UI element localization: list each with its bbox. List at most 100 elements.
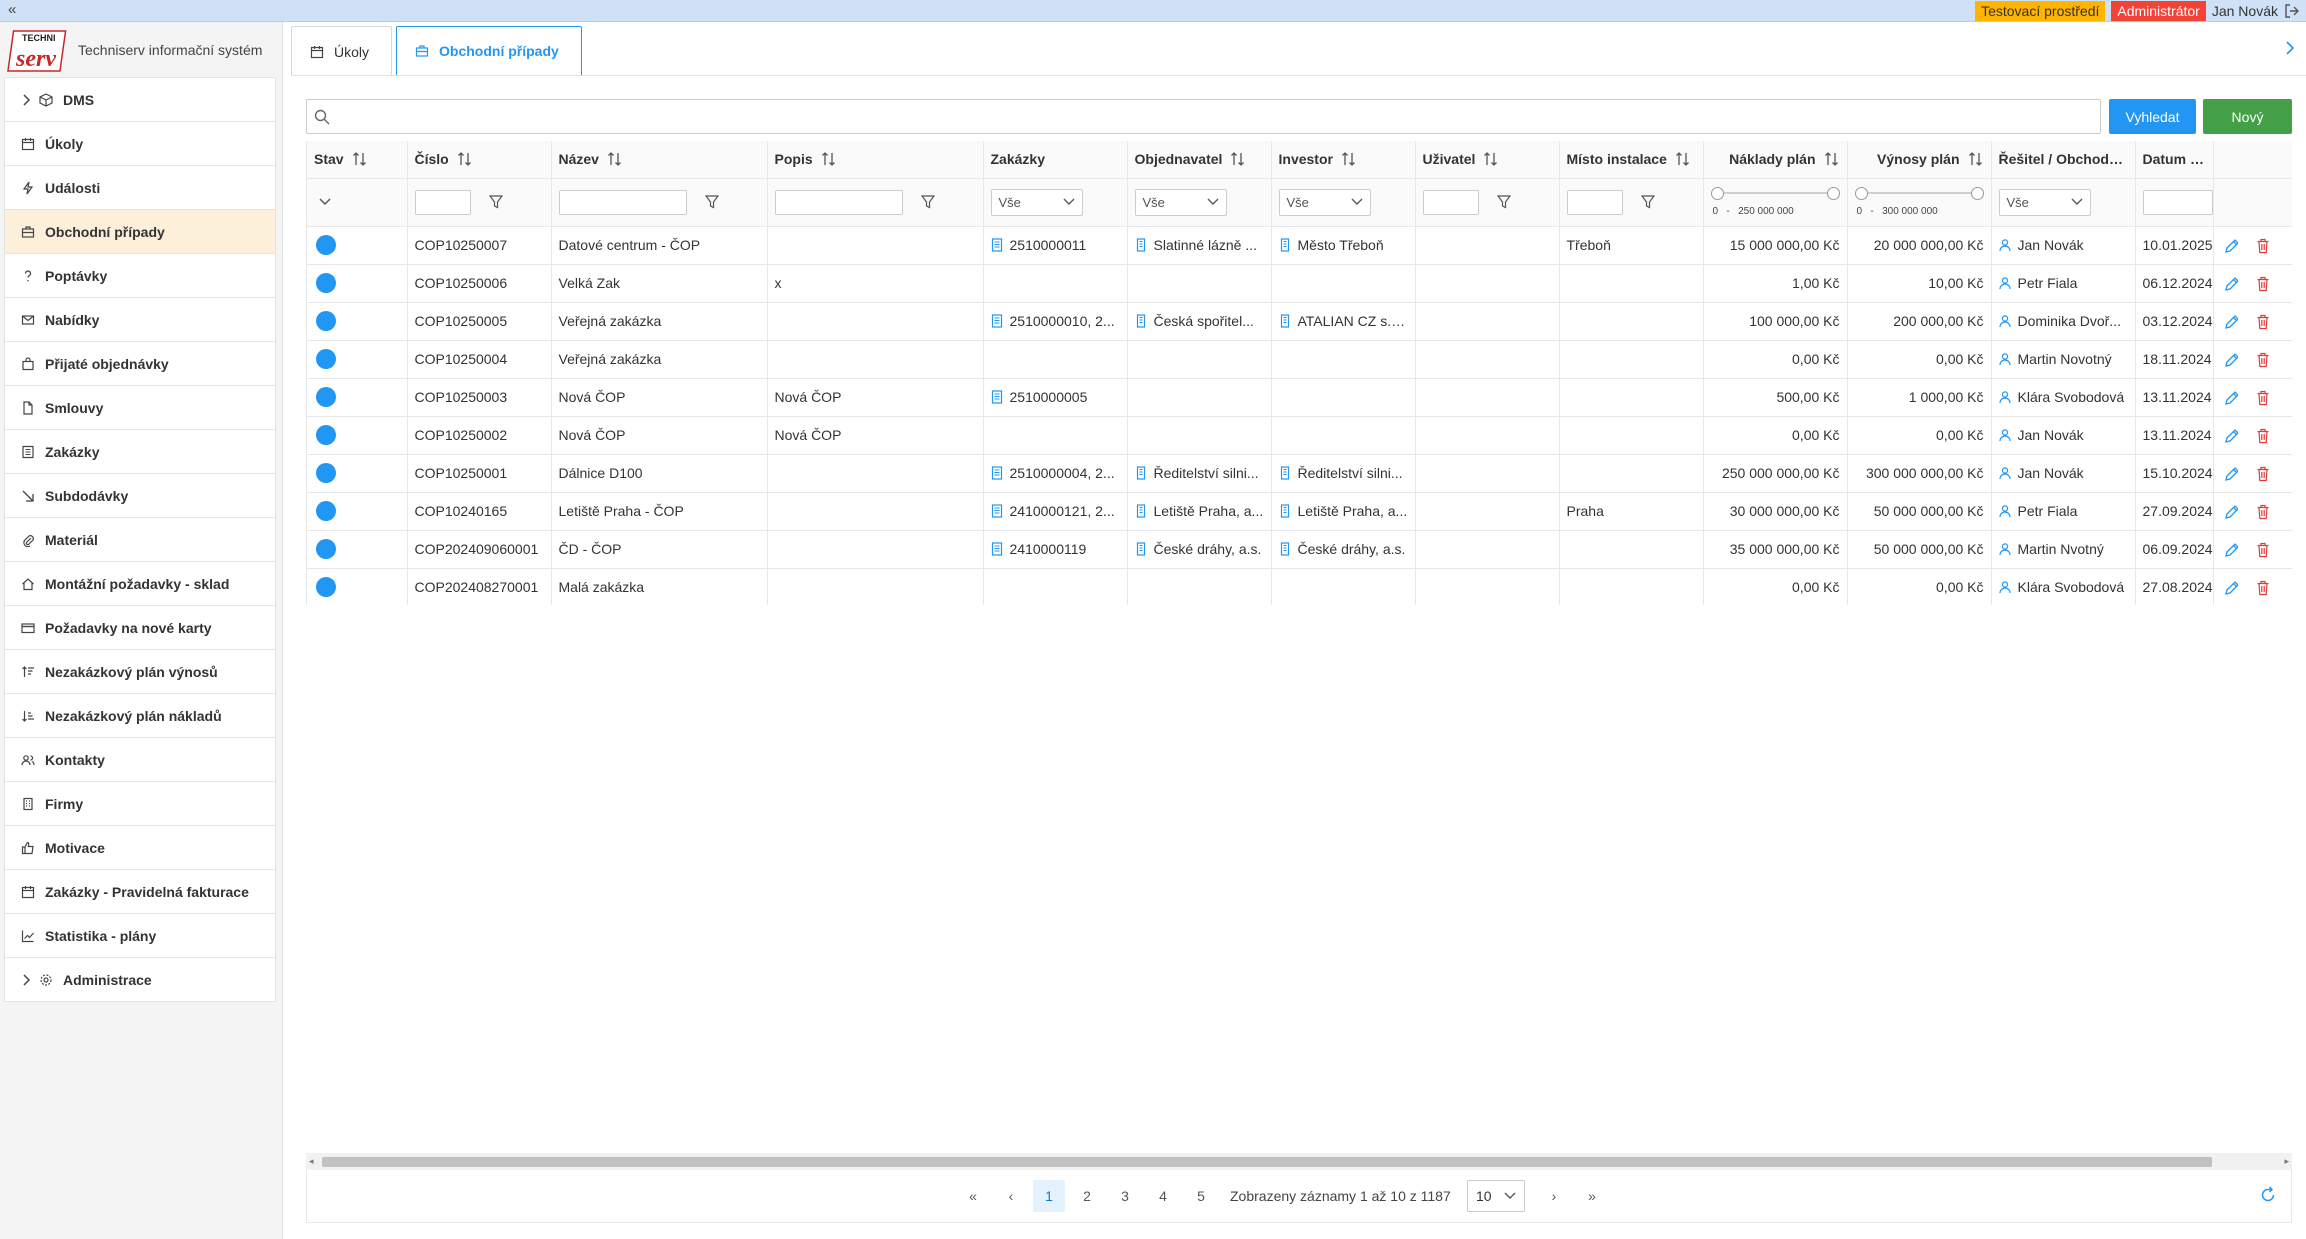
filter-icon[interactable] — [704, 195, 719, 209]
column-header-0[interactable]: Stav — [307, 141, 408, 179]
edit-icon[interactable] — [2224, 580, 2238, 596]
delete-icon[interactable] — [2256, 580, 2270, 596]
filter-popis-input[interactable] — [774, 189, 903, 215]
filter-icon[interactable] — [920, 195, 935, 209]
column-header-2[interactable]: Název — [551, 141, 768, 179]
sidebar-item-3[interactable]: Obchodní případy — [4, 210, 276, 254]
column-header-8[interactable]: Místo instalace — [1559, 141, 1704, 179]
column-header-10[interactable]: Výnosy plán — [1847, 141, 1992, 179]
filter-stav[interactable] — [307, 178, 408, 227]
page-button[interactable]: 3 — [1109, 1180, 1141, 1212]
table-row[interactable]: COP202408270001 Malá zakázka 0,00 Kč 0,00 K… — [307, 568, 2292, 605]
sidebar-item-18[interactable]: Zakázky - Pravidelná fakturace — [4, 870, 276, 914]
column-header-9[interactable]: Náklady plán — [1703, 141, 1848, 179]
edit-icon[interactable] — [2224, 542, 2238, 558]
vynosy-range-slider[interactable]: 0 - 300 000 000 — [1854, 184, 1984, 220]
filter-investor-select[interactable]: Vše — [1278, 188, 1371, 216]
delete-icon[interactable] — [2256, 314, 2270, 330]
filter-resitel-select[interactable]: Vše — [1998, 188, 2091, 216]
naklady-range-slider[interactable]: 0 - 250 000 000 — [1710, 184, 1840, 220]
range-max-handle[interactable] — [1970, 187, 1984, 200]
search-button[interactable]: Vyhledat — [2109, 99, 2196, 134]
sort-icon[interactable] — [352, 152, 368, 167]
user-name[interactable]: Jan Novák — [2212, 3, 2278, 19]
sidebar-item-17[interactable]: Motivace — [4, 826, 276, 870]
filter-zakazky-select[interactable]: Vše — [990, 188, 1083, 216]
edit-icon[interactable] — [2224, 276, 2238, 292]
delete-icon[interactable] — [2256, 428, 2270, 444]
refresh-icon[interactable] — [2259, 1186, 2277, 1204]
sort-icon[interactable] — [1968, 152, 1984, 167]
edit-icon[interactable] — [2224, 504, 2238, 520]
delete-icon[interactable] — [2256, 352, 2270, 368]
delete-icon[interactable] — [2256, 276, 2270, 292]
sidebar-item-2[interactable]: Události — [4, 166, 276, 210]
delete-icon[interactable] — [2256, 238, 2270, 254]
page-button[interactable]: 5 — [1185, 1180, 1217, 1212]
tab-0[interactable]: Úkoly — [291, 26, 393, 76]
edit-icon[interactable] — [2224, 314, 2238, 330]
table-row[interactable]: COP10250004 Veřejná zakázka 0,00 Kč 0,00 Kč… — [307, 340, 2292, 379]
sidebar-item-14[interactable]: Nezakázkový plán nákladů — [4, 694, 276, 738]
sidebar-item-12[interactable]: Požadavky na nové karty — [4, 606, 276, 650]
column-header-6[interactable]: Investor — [1271, 141, 1416, 179]
delete-icon[interactable] — [2256, 504, 2270, 520]
first-page-button[interactable]: « — [957, 1180, 989, 1212]
last-page-button[interactable]: » — [1576, 1180, 1608, 1212]
search-input[interactable] — [337, 104, 2087, 129]
column-header-3[interactable]: Popis — [767, 141, 984, 179]
sidebar-item-8[interactable]: Zakázky — [4, 430, 276, 474]
sort-icon[interactable] — [1341, 152, 1357, 167]
table-row[interactable]: COP10250007 Datové centrum - ČOP 251000001… — [307, 226, 2292, 265]
filter-cislo-input[interactable] — [414, 189, 471, 215]
sidebar-item-15[interactable]: Kontakty — [4, 738, 276, 782]
table-row[interactable]: COP10240165 Letiště Praha - ČOP 2410000121… — [307, 492, 2292, 531]
filter-icon[interactable] — [1640, 195, 1655, 209]
table-row[interactable]: COP10250002 Nová ČOP Nová ČOP 0,00 Kč 0,00 K… — [307, 416, 2292, 455]
sidebar-item-7[interactable]: Smlouvy — [4, 386, 276, 430]
delete-icon[interactable] — [2256, 390, 2270, 406]
delete-icon[interactable] — [2256, 466, 2270, 482]
edit-icon[interactable] — [2224, 428, 2238, 444]
scroll-right-icon[interactable]: ▸ — [2284, 1156, 2289, 1167]
delete-icon[interactable] — [2256, 542, 2270, 558]
range-min-handle[interactable] — [1854, 187, 1868, 200]
logout-icon[interactable] — [2284, 3, 2300, 19]
collapse-sidebar-icon[interactable]: « — [8, 1, 16, 18]
sidebar-item-5[interactable]: Nabídky — [4, 298, 276, 342]
sidebar-item-1[interactable]: Úkoly — [4, 122, 276, 166]
table-row[interactable]: COP10250005 Veřejná zakázka 2510000010, 2.… — [307, 302, 2292, 341]
table-row[interactable]: COP10250001 Dálnice D100 2510000004, 2... Ř… — [307, 454, 2292, 493]
prev-page-button[interactable]: ‹ — [995, 1180, 1027, 1212]
filter-icon[interactable] — [1496, 195, 1511, 209]
sidebar-item-11[interactable]: Montážní požadavky - sklad — [4, 562, 276, 606]
filter-misto-input[interactable] — [1566, 189, 1623, 215]
sort-icon[interactable] — [1483, 152, 1499, 167]
sidebar-item-13[interactable]: Nezakázkový plán výnosů — [4, 650, 276, 694]
table-row[interactable]: COP10250003 Nová ČOP Nová ČOP 2510000005 500… — [307, 378, 2292, 417]
page-button[interactable]: 1 — [1033, 1180, 1065, 1212]
sort-icon[interactable] — [1824, 152, 1840, 167]
sidebar-item-16[interactable]: Firmy — [4, 782, 276, 826]
edit-icon[interactable] — [2224, 238, 2238, 254]
brand[interactable]: TECHNI serv Techniserv informační systém — [4, 26, 279, 76]
scroll-left-icon[interactable]: ◂ — [309, 1156, 314, 1167]
filter-uzivatel-input[interactable] — [1422, 189, 1479, 215]
chevron-right-icon[interactable] — [2284, 40, 2296, 56]
page-button[interactable]: 4 — [1147, 1180, 1179, 1212]
filter-nazev-input[interactable] — [558, 189, 687, 215]
table-row[interactable]: COP202409060001 ČD - ČOP 2410000119 České d… — [307, 530, 2292, 569]
sort-icon[interactable] — [607, 152, 623, 167]
sort-icon[interactable] — [1675, 152, 1691, 167]
edit-icon[interactable] — [2224, 466, 2238, 482]
scrollbar-thumb[interactable] — [322, 1157, 2212, 1167]
column-header-7[interactable]: Uživatel — [1415, 141, 1560, 179]
filter-datum-input[interactable] — [2142, 189, 2212, 215]
sidebar-item-10[interactable]: Materiál — [4, 518, 276, 562]
next-page-button[interactable]: › — [1538, 1180, 1570, 1212]
page-button[interactable]: 2 — [1071, 1180, 1103, 1212]
new-button[interactable]: Nový — [2203, 99, 2292, 134]
page-size-select[interactable]: 10 — [1467, 1180, 1525, 1212]
filter-objednavatel-select[interactable]: Vše — [1134, 188, 1227, 216]
tab-1[interactable]: Obchodní případy — [396, 26, 582, 76]
